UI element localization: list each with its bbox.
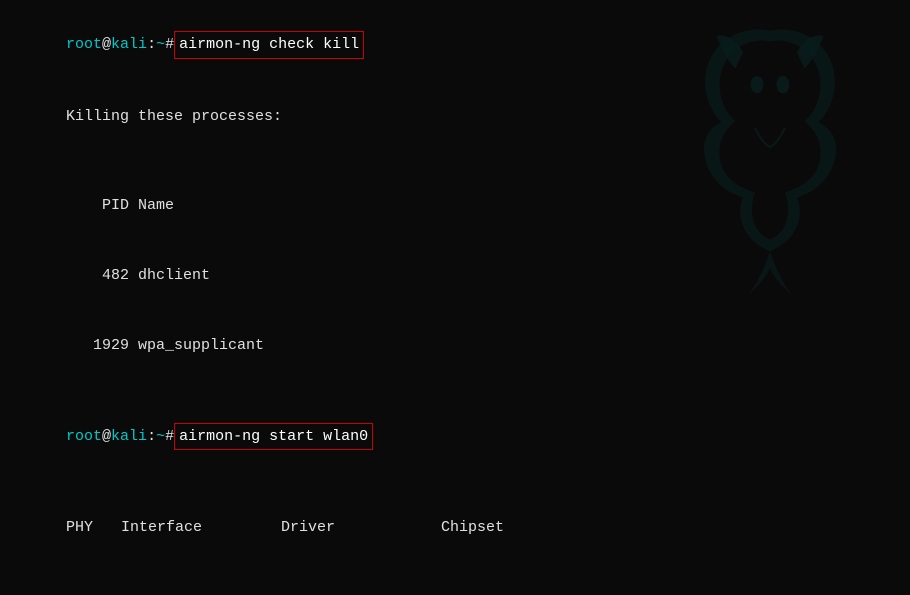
- command-1: airmon-ng check kill: [174, 31, 364, 58]
- empty-3: [12, 474, 898, 494]
- prompt-at-2: @: [102, 428, 111, 445]
- table-header: PHYInterfaceDriverChipset: [12, 493, 898, 563]
- prompt-path-2: ~: [156, 428, 165, 445]
- empty-4: [12, 563, 898, 583]
- output-pid-header: PID Name: [12, 171, 898, 241]
- col-iface-header: Interface: [121, 516, 281, 539]
- col-chipset-header: Chipset: [441, 519, 504, 536]
- command-2: airmon-ng start wlan0: [174, 423, 373, 450]
- prompt-path: ~: [156, 36, 165, 53]
- prompt-host: kali: [111, 36, 147, 53]
- empty-2: [12, 380, 898, 400]
- prompt-colon: :: [147, 36, 156, 53]
- prompt-at: @: [102, 36, 111, 53]
- col-phy-header: PHY: [66, 516, 121, 539]
- cmd-line-2: root@kali:~#airmon-ng start wlan0: [12, 400, 898, 474]
- output-pid-482: 482 dhclient: [12, 241, 898, 311]
- prompt-hash: #: [165, 36, 174, 53]
- terminal-window: root@kali:~#airmon-ng check kill Killing…: [0, 0, 910, 595]
- table-row-phy1: phy1wlan0rt2800usbRalink Technology, Cor…: [12, 582, 898, 595]
- empty-1: [12, 152, 898, 172]
- output-killing: Killing these processes:: [12, 82, 898, 152]
- prompt-user-2: root: [66, 428, 102, 445]
- cmd-line-1: root@kali:~#airmon-ng check kill: [12, 8, 898, 82]
- col-driver-header: Driver: [281, 516, 441, 539]
- output-pid-1929: 1929 wpa_supplicant: [12, 311, 898, 381]
- terminal-content: root@kali:~#airmon-ng check kill Killing…: [12, 8, 898, 595]
- prompt-colon-2: :: [147, 428, 156, 445]
- prompt-user: root: [66, 36, 102, 53]
- prompt-host-2: kali: [111, 428, 147, 445]
- prompt-hash-2: #: [165, 428, 174, 445]
